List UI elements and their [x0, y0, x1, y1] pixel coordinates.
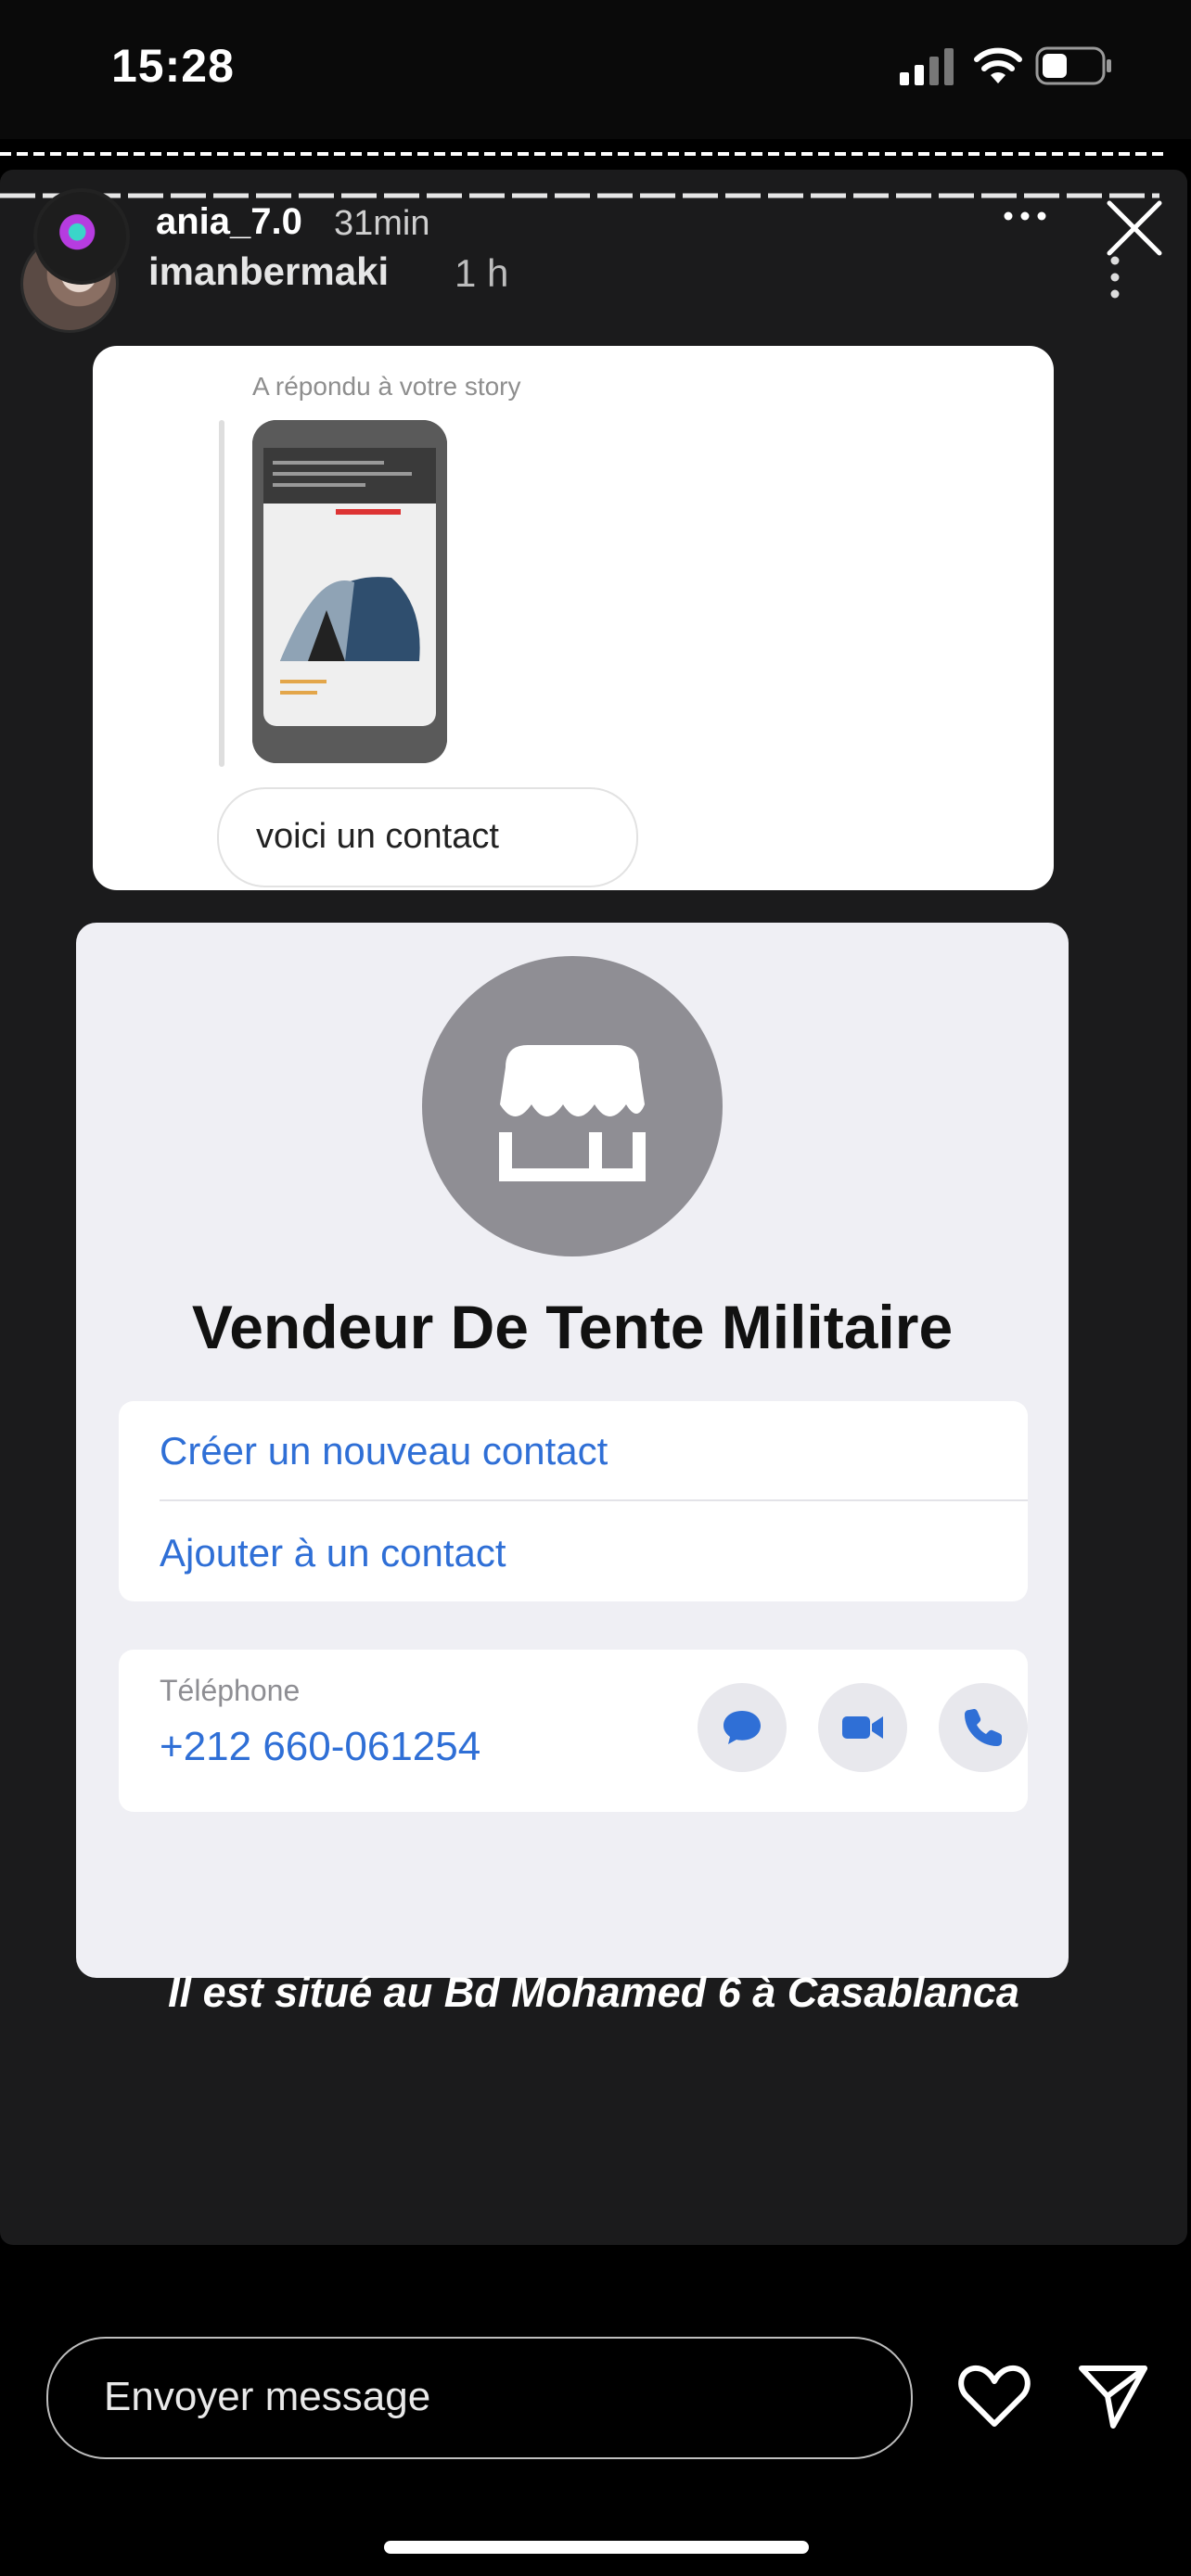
reply-message-text: voici un contact	[256, 817, 499, 856]
story-username[interactable]: imanbermaki	[148, 249, 389, 294]
heart-icon[interactable]	[957, 2361, 1031, 2431]
create-contact-button[interactable]: Créer un nouveau contact	[160, 1429, 608, 1473]
home-indicator[interactable]	[384, 2541, 809, 2554]
cellular-signal-icon	[900, 48, 954, 85]
tent-image-icon	[252, 420, 447, 763]
avatar[interactable]	[33, 188, 130, 285]
story-frame[interactable]: ania_7.0 31min imanbermaki 1 h A répondu…	[0, 170, 1187, 2245]
status-time: 15:28	[111, 40, 235, 92]
message-placeholder: Envoyer message	[104, 2374, 431, 2419]
contact-name: Vendeur De Tente Militaire	[191, 1293, 954, 1361]
phone-number[interactable]: +212 660-061254	[160, 1724, 480, 1770]
store-icon	[422, 956, 723, 1256]
story-username[interactable]: ania_7.0	[156, 201, 302, 243]
phone-icon	[965, 1709, 1002, 1746]
battery-icon	[1035, 46, 1111, 85]
reply-card: A répondu à votre story voici un contact	[93, 346, 1054, 890]
contact-options-group: Créer un nouveau contact Ajouter à un co…	[119, 1401, 1028, 1601]
status-bar: 15:28	[0, 0, 1191, 139]
vertical-dots-icon[interactable]	[1106, 251, 1124, 307]
story-time: 1 h	[455, 251, 509, 295]
phone-label: Téléphone	[160, 1674, 301, 1707]
phone-call-button[interactable]	[939, 1683, 1028, 1772]
replied-label: A répondu à votre story	[252, 372, 521, 401]
story-thumbnail[interactable]	[252, 420, 447, 763]
inner-story-progress-bar	[0, 193, 1159, 198]
story-caption: Il est situé au Bd Mohamed 6 à Casablanc…	[168, 1969, 1019, 2016]
story-time: 31min	[334, 204, 430, 243]
close-icon[interactable]	[1104, 198, 1165, 259]
reply-message-bubble: voici un contact	[217, 787, 638, 887]
quote-line	[219, 420, 224, 767]
divider	[160, 1499, 1028, 1501]
wifi-icon	[974, 47, 1022, 83]
video-icon	[842, 1716, 883, 1739]
contact-card: Vendeur De Tente Militaire Créer un nouv…	[76, 923, 1069, 1978]
message-icon	[724, 1711, 761, 1744]
story-progress-bar	[0, 152, 1169, 156]
send-icon[interactable]	[1076, 2361, 1150, 2431]
message-input[interactable]: Envoyer message	[46, 2337, 913, 2459]
add-to-contact-button[interactable]: Ajouter à un contact	[160, 1531, 506, 1575]
video-call-button[interactable]	[818, 1683, 907, 1772]
more-options-icon[interactable]	[1002, 207, 1048, 225]
phone-group: Téléphone +212 660-061254	[119, 1650, 1028, 1812]
message-button[interactable]	[698, 1683, 787, 1772]
